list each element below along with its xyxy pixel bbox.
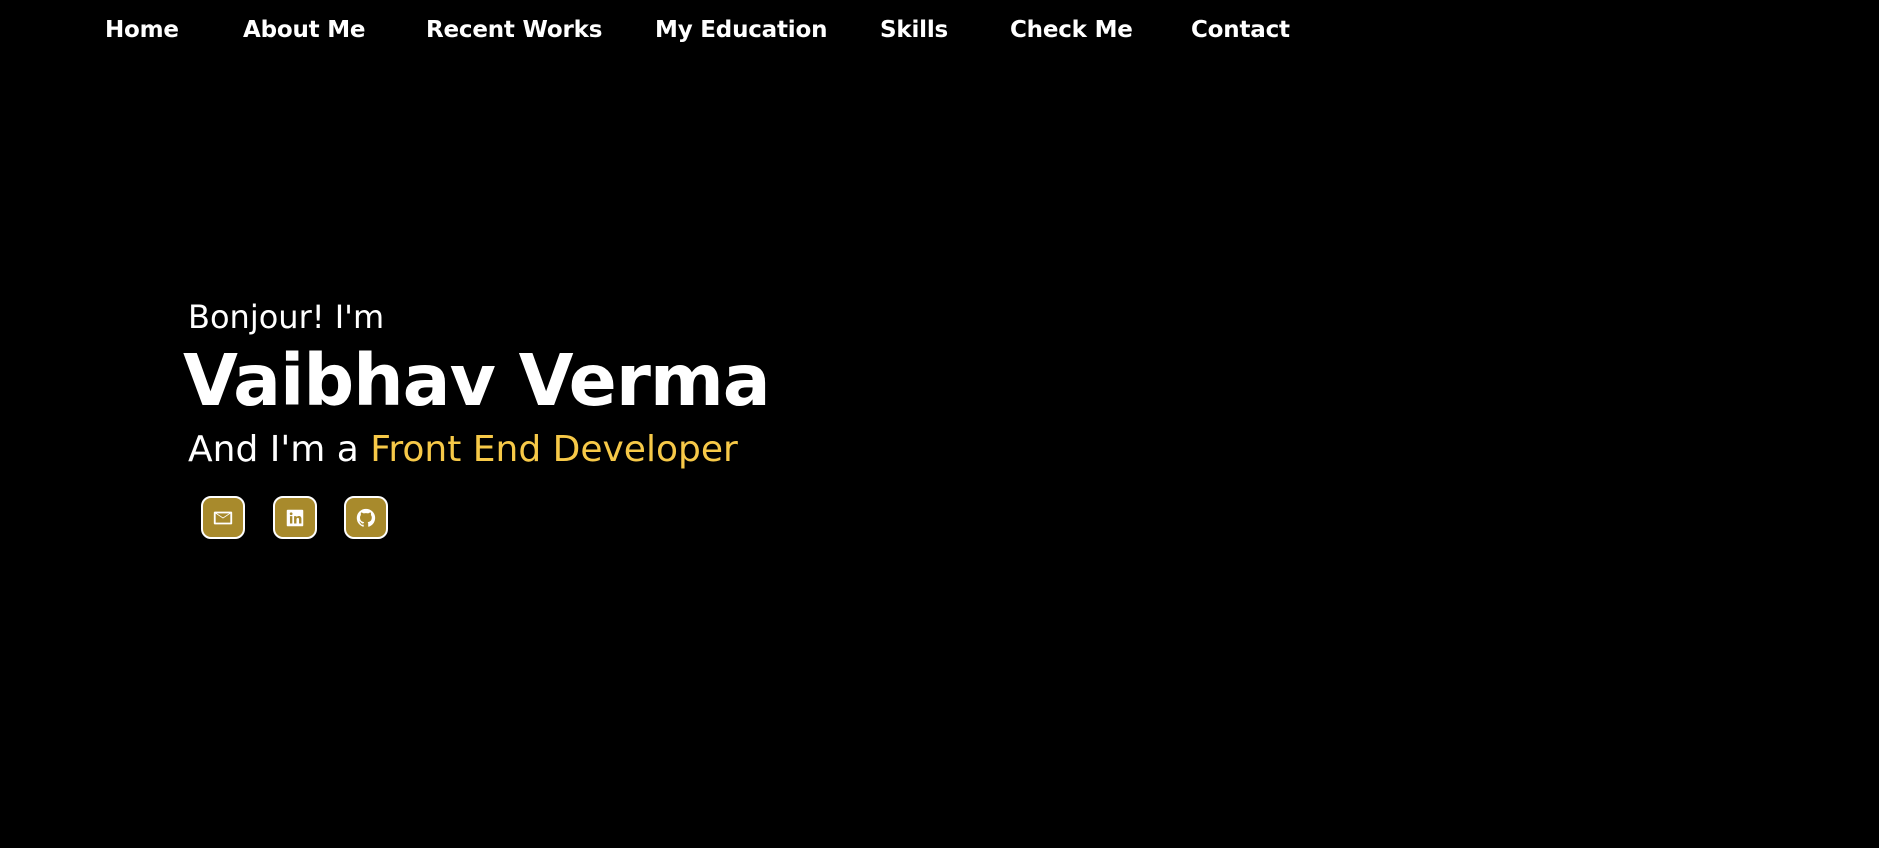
hero-role-prefix: And I'm a	[188, 429, 359, 470]
linkedin-button[interactable]	[273, 496, 317, 539]
hero-greeting: Bonjour! I'm	[188, 298, 385, 336]
nav-link-recent-works[interactable]: Recent Works	[426, 15, 602, 45]
nav-link-contact[interactable]: Contact	[1191, 15, 1290, 45]
linkedin-icon	[284, 507, 306, 529]
hero-section: Bonjour! I'm Vaibhav Verma And I'm a Fro…	[0, 0, 1879, 848]
hero-name: Vaibhav Verma	[183, 339, 771, 422]
hero-role-title: Front End Developer	[370, 429, 738, 470]
github-button[interactable]	[344, 496, 388, 539]
main-navbar: Home About Me Recent Works My Education …	[0, 0, 1879, 62]
nav-link-skills[interactable]: Skills	[880, 15, 948, 45]
mail-icon	[212, 507, 234, 529]
nav-link-about-me[interactable]: About Me	[243, 15, 366, 45]
hero-role-line: And I'm a Front End Developer	[188, 428, 738, 472]
email-button[interactable]	[201, 496, 245, 539]
nav-link-check-me[interactable]: Check Me	[1010, 15, 1133, 45]
github-icon	[355, 507, 377, 529]
nav-link-my-education[interactable]: My Education	[655, 15, 827, 45]
nav-link-home[interactable]: Home	[105, 15, 179, 45]
